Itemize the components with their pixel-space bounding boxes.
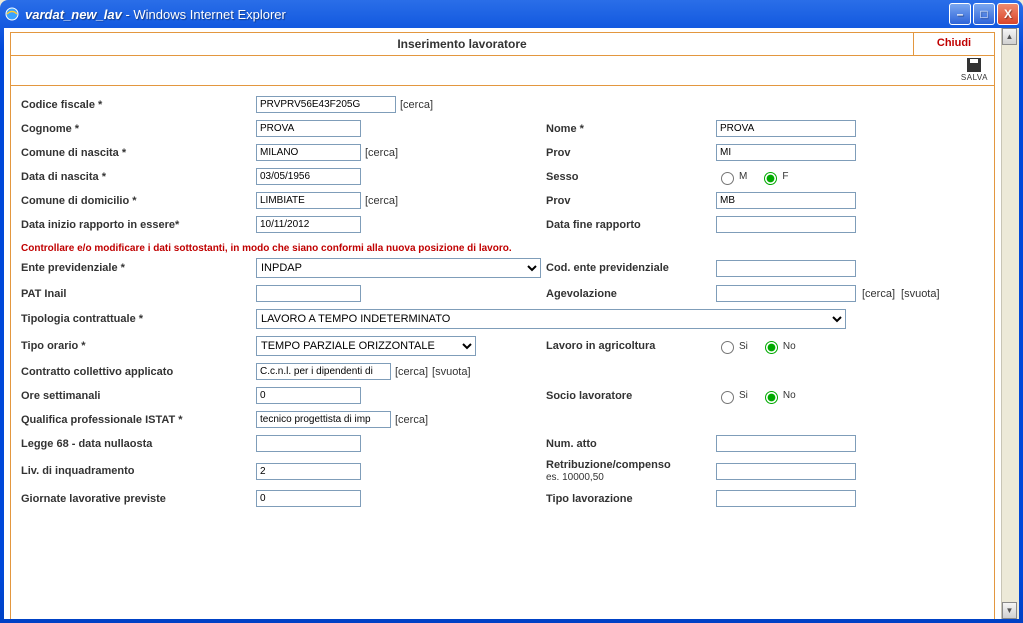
label-nome: Nome *	[546, 123, 716, 135]
comune-domicilio-input[interactable]	[256, 192, 361, 209]
data-fine-input[interactable]	[716, 216, 856, 233]
label-tipo-lav: Tipo lavorazione	[546, 493, 716, 505]
cerca-link[interactable]: [cerca]	[862, 288, 895, 300]
socio-si-radio[interactable]: Si	[716, 388, 748, 404]
giornate-input[interactable]	[256, 490, 361, 507]
ente-prev-select[interactable]: INPDAP	[256, 258, 541, 278]
form: Codice fiscale * [cerca] Cognome * Nome …	[10, 86, 995, 619]
num-atto-input[interactable]	[716, 435, 856, 452]
label-lavoro-agri: Lavoro in agricoltura	[546, 340, 716, 352]
app-window: vardat_new_lav - Windows Internet Explor…	[0, 0, 1023, 623]
pat-inail-input[interactable]	[256, 285, 361, 302]
close-window-button[interactable]: X	[997, 3, 1019, 25]
retribuzione-input[interactable]	[716, 463, 856, 480]
cerca-link[interactable]: [cerca]	[400, 99, 433, 111]
vertical-scrollbar[interactable]: ▲ ▼	[1001, 28, 1019, 619]
sesso-f-radio[interactable]: F	[759, 169, 788, 185]
data-inizio-input[interactable]	[256, 216, 361, 233]
cognome-input[interactable]	[256, 120, 361, 137]
label-ccnl: Contratto collettivo applicato	[21, 366, 256, 378]
label-sesso: Sesso	[546, 171, 716, 183]
label-socio-lav: Socio lavoratore	[546, 390, 716, 402]
cerca-link[interactable]: [cerca]	[365, 147, 398, 159]
label-ente-prev: Ente previdenziale *	[21, 262, 256, 274]
label-giornate: Giornate lavorative previste	[21, 493, 256, 505]
prov-nascita-input[interactable]	[716, 144, 856, 161]
tipo-orario-select[interactable]: TEMPO PARZIALE ORIZZONTALE	[256, 336, 476, 356]
cerca-link[interactable]: [cerca]	[365, 195, 398, 207]
ore-sett-input[interactable]	[256, 387, 361, 404]
liv-inq-input[interactable]	[256, 463, 361, 480]
label-prov-domicilio: Prov	[546, 195, 716, 207]
label-prov-nascita: Prov	[546, 147, 716, 159]
cerca-link[interactable]: [cerca]	[395, 366, 428, 378]
agevolazione-input[interactable]	[716, 285, 856, 302]
save-button[interactable]: SALVA	[961, 58, 988, 82]
svuota-link[interactable]: [svuota]	[901, 288, 940, 300]
nome-input[interactable]	[716, 120, 856, 137]
label-data-inizio: Data inizio rapporto in essere*	[21, 219, 256, 231]
label-tipologia: Tipologia contrattuale *	[21, 313, 256, 325]
label-pat-inail: PAT Inail	[21, 288, 256, 300]
titlebar: vardat_new_lav - Windows Internet Explor…	[0, 0, 1023, 28]
comune-nascita-input[interactable]	[256, 144, 361, 161]
window-title: vardat_new_lav - Windows Internet Explor…	[25, 7, 286, 22]
scroll-up-button[interactable]: ▲	[1002, 28, 1017, 45]
label-comune-domicilio: Comune di domicilio *	[21, 195, 256, 207]
qualifica-input[interactable]	[256, 411, 391, 428]
ccnl-input[interactable]	[256, 363, 391, 380]
cerca-link[interactable]: [cerca]	[395, 414, 428, 426]
legge68-input[interactable]	[256, 435, 361, 452]
minimize-button[interactable]: –	[949, 3, 971, 25]
socio-no-radio[interactable]: No	[760, 388, 796, 404]
label-num-atto: Num. atto	[546, 438, 716, 450]
chiudi-button[interactable]: Chiudi	[913, 33, 994, 55]
label-agevolazione: Agevolazione	[546, 288, 716, 300]
tipologia-select[interactable]: LAVORO A TEMPO INDETERMINATO	[256, 309, 846, 329]
tipo-lav-input[interactable]	[716, 490, 856, 507]
label-legge68: Legge 68 - data nullaosta	[21, 438, 256, 450]
label-ore-sett: Ore settimanali	[21, 390, 256, 402]
label-data-fine: Data fine rapporto	[546, 219, 716, 231]
maximize-button[interactable]: □	[973, 3, 995, 25]
client-area: Inserimento lavoratore Chiudi SALVA Codi…	[4, 28, 1019, 619]
codice-fiscale-input[interactable]	[256, 96, 396, 113]
label-liv-inq: Liv. di inquadramento	[21, 465, 256, 477]
label-cognome: Cognome *	[21, 123, 256, 135]
label-qualifica: Qualifica professionale ISTAT *	[21, 414, 256, 426]
label-codice-fiscale: Codice fiscale *	[21, 99, 256, 111]
label-retribuzione: Retribuzione/compensoes. 10000,50	[546, 459, 716, 483]
label-data-nascita: Data di nascita *	[21, 171, 256, 183]
notice-text: Controllare e/o modificare i dati sottos…	[21, 240, 984, 258]
prov-domicilio-input[interactable]	[716, 192, 856, 209]
data-nascita-input[interactable]	[256, 168, 361, 185]
agri-si-radio[interactable]: Si	[716, 338, 748, 354]
scroll-down-button[interactable]: ▼	[1002, 602, 1017, 619]
label-tipo-orario: Tipo orario *	[21, 340, 256, 352]
ie-icon	[4, 6, 20, 22]
agri-no-radio[interactable]: No	[760, 338, 796, 354]
sesso-m-radio[interactable]: M	[716, 169, 747, 185]
save-icon	[967, 58, 981, 72]
label-comune-nascita: Comune di nascita *	[21, 147, 256, 159]
cod-ente-prev-input[interactable]	[716, 260, 856, 277]
page-title: Inserimento lavoratore	[11, 33, 913, 55]
svuota-link[interactable]: [svuota]	[432, 366, 471, 378]
label-cod-ente-prev: Cod. ente previdenziale	[546, 262, 716, 274]
